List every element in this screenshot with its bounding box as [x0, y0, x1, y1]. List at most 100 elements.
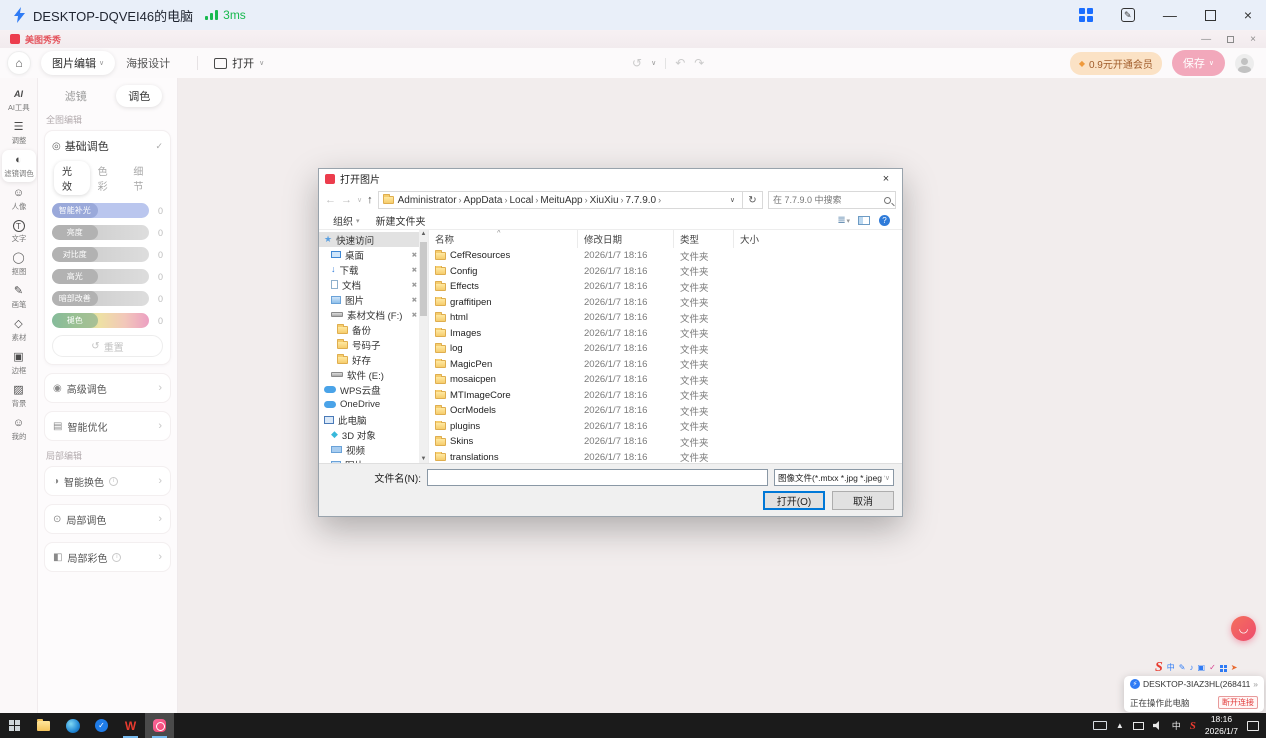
back-icon[interactable]: ←	[325, 194, 336, 206]
rail-item-mine[interactable]: ☺ 我的	[2, 413, 36, 445]
slider-track[interactable]: 高光	[52, 269, 149, 284]
ime-indicator[interactable]: 中	[1172, 719, 1181, 732]
refresh-button[interactable]: ↻	[743, 191, 763, 209]
close-button[interactable]: ×	[1244, 8, 1252, 22]
rail-item-frame[interactable]: ▣ 边框	[2, 347, 36, 379]
tree-item[interactable]: OneDrive	[319, 397, 419, 412]
rail-item-ai[interactable]: AI AI工具	[2, 84, 36, 116]
open-button[interactable]: 打开 ∨	[214, 55, 264, 71]
file-row[interactable]: MagicPen 2026/1/7 18:16 文件夹	[429, 357, 902, 373]
avatar[interactable]	[1235, 54, 1254, 73]
brand-check-icon[interactable]: ✓	[1209, 664, 1216, 672]
tree-item[interactable]: 文档 ✚	[319, 277, 419, 292]
tab-photo-edit[interactable]: 图片编辑∨	[41, 51, 115, 75]
file-row[interactable]: OcrModels 2026/1/7 18:16 文件夹	[429, 403, 902, 419]
view-list-icon[interactable]: ≣ ▾	[837, 215, 849, 226]
open-confirm-button[interactable]: 打开(O)	[763, 491, 825, 510]
breadcrumb-item[interactable]: AppData	[462, 195, 505, 206]
slider-rainbow-5[interactable]: 褪色 0	[52, 313, 163, 328]
slider-track[interactable]: 智能补光	[52, 203, 149, 218]
tree-item[interactable]: WPS云盘	[319, 382, 419, 397]
file-row[interactable]: Skins 2026/1/7 18:16 文件夹	[429, 434, 902, 450]
mic-icon[interactable]: ♪	[1190, 664, 1194, 672]
breadcrumb[interactable]: Administrator › AppData › Local › MeituA…	[378, 191, 743, 209]
panel-row-smart-optimize[interactable]: ▤ 智能优化 ›	[44, 411, 171, 441]
minimize-button[interactable]: —	[1163, 8, 1177, 22]
column-date[interactable]: 修改日期	[578, 230, 674, 248]
tree-item[interactable]: 好存	[319, 352, 419, 367]
slider-track[interactable]: 褪色	[52, 313, 149, 328]
breadcrumb-item[interactable]: MeituApp	[538, 195, 584, 206]
file-row[interactable]: log 2026/1/7 18:16 文件夹	[429, 341, 902, 357]
column-name[interactable]: ^ 名称	[429, 230, 578, 248]
search-input[interactable]	[773, 195, 884, 205]
breadcrumb-item[interactable]: Local	[507, 195, 535, 206]
file-row[interactable]: Images 2026/1/7 18:16 文件夹	[429, 326, 902, 342]
file-row[interactable]: Config 2026/1/7 18:16 文件夹	[429, 264, 902, 280]
annotate-pen-icon[interactable]: ✎	[1179, 664, 1186, 672]
app-restore-button[interactable]	[1227, 36, 1234, 43]
start-button[interactable]	[0, 713, 29, 738]
annotate-icon[interactable]: ✎	[1121, 8, 1135, 22]
slider-track[interactable]: 亮度	[52, 225, 149, 240]
redo-icon[interactable]: ↷	[694, 56, 704, 70]
slider-track[interactable]: 对比度	[52, 247, 149, 262]
scroll-down-icon[interactable]: ▼	[419, 456, 428, 462]
network-icon[interactable]	[1133, 722, 1144, 730]
screen-icon[interactable]: ▣	[1198, 664, 1206, 672]
filename-input[interactable]	[427, 469, 768, 486]
pointer-icon[interactable]: ➤	[1231, 664, 1238, 672]
slider-gray-1[interactable]: 亮度 0	[52, 225, 163, 240]
tree-item[interactable]: ★ 快速访问	[319, 232, 419, 247]
ime-icon[interactable]: 中	[1167, 664, 1175, 672]
file-row[interactable]: Effects 2026/1/7 18:16 文件夹	[429, 279, 902, 295]
file-row[interactable]: translations 2026/1/7 18:16 文件夹	[429, 450, 902, 464]
up-icon[interactable]: ↑	[367, 194, 373, 206]
home-button[interactable]: ⌂	[7, 51, 31, 75]
slider-gray-4[interactable]: 暗部改善 0	[52, 291, 163, 306]
panel-row-advanced-color[interactable]: ◉ 高级调色 ›	[44, 373, 171, 403]
tree-item[interactable]: 素材文档 (F:) ✚	[319, 307, 419, 322]
sunlogin-tray-icon[interactable]: S	[1190, 720, 1196, 732]
tab-filter[interactable]: 滤镜	[53, 85, 99, 107]
organize-button[interactable]: 组织▾	[327, 213, 366, 228]
undo-icon[interactable]: ↶	[675, 56, 685, 70]
tab-light[interactable]: 光效	[54, 161, 90, 195]
tree-item[interactable]: 备份	[319, 322, 419, 337]
file-row[interactable]: MTImageCore 2026/1/7 18:16 文件夹	[429, 388, 902, 404]
search-box[interactable]	[768, 191, 896, 209]
rail-item-filter[interactable]: ◐ 滤镜调色	[2, 150, 36, 182]
disconnect-button[interactable]: 断开连接	[1218, 696, 1258, 709]
tray-expand-icon[interactable]: ▲	[1116, 721, 1124, 730]
taskbar-file-explorer[interactable]	[29, 713, 58, 738]
column-type[interactable]: 类型	[674, 230, 734, 248]
breadcrumb-item[interactable]: Administrator	[396, 195, 459, 206]
tree-item[interactable]: ↓ 下载 ✚	[319, 262, 419, 277]
rail-item-sticker[interactable]: ◇ 素材	[2, 314, 36, 346]
taskbar-edge[interactable]	[58, 713, 87, 738]
rail-item-cutout[interactable]: ◯ 抠图	[2, 248, 36, 280]
file-row[interactable]: graffitipen 2026/1/7 18:16 文件夹	[429, 295, 902, 311]
app-close-button[interactable]: ×	[1250, 34, 1256, 45]
file-row[interactable]: html 2026/1/7 18:16 文件夹	[429, 310, 902, 326]
rail-item-brush[interactable]: ✎ 画笔	[2, 281, 36, 313]
panel-row-local-tone[interactable]: ⊙ 局部调色 ›	[44, 504, 171, 534]
panel-row-local-color[interactable]: ◧ 局部彩色 i ›	[44, 542, 171, 572]
taskbar-remote-app[interactable]: ✓	[87, 713, 116, 738]
rail-item-background[interactable]: ▨ 背景	[2, 380, 36, 412]
reset-button[interactable]: ↺ 重置	[52, 335, 163, 357]
slider-track[interactable]: 暗部改善	[52, 291, 149, 306]
file-row[interactable]: CefResources 2026/1/7 18:16 文件夹	[429, 248, 902, 264]
slider-blue-0[interactable]: 智能补光 0	[52, 203, 163, 218]
volume-icon[interactable]	[1153, 721, 1163, 730]
chevron-down-icon[interactable]: ∨	[357, 196, 362, 204]
taskbar-clock[interactable]: 18:16 2026/1/7	[1205, 714, 1238, 736]
action-center-icon[interactable]	[1247, 721, 1259, 731]
scroll-thumb[interactable]	[420, 242, 427, 316]
tree-item[interactable]: 桌面 ✚	[319, 247, 419, 262]
tab-color[interactable]: 调色	[116, 85, 162, 107]
file-row[interactable]: mosaicpen 2026/1/7 18:16 文件夹	[429, 372, 902, 388]
apps-grid-icon[interactable]	[1220, 665, 1227, 672]
tree-item[interactable]: 视频	[319, 442, 419, 457]
file-row[interactable]: plugins 2026/1/7 18:16 文件夹	[429, 419, 902, 435]
